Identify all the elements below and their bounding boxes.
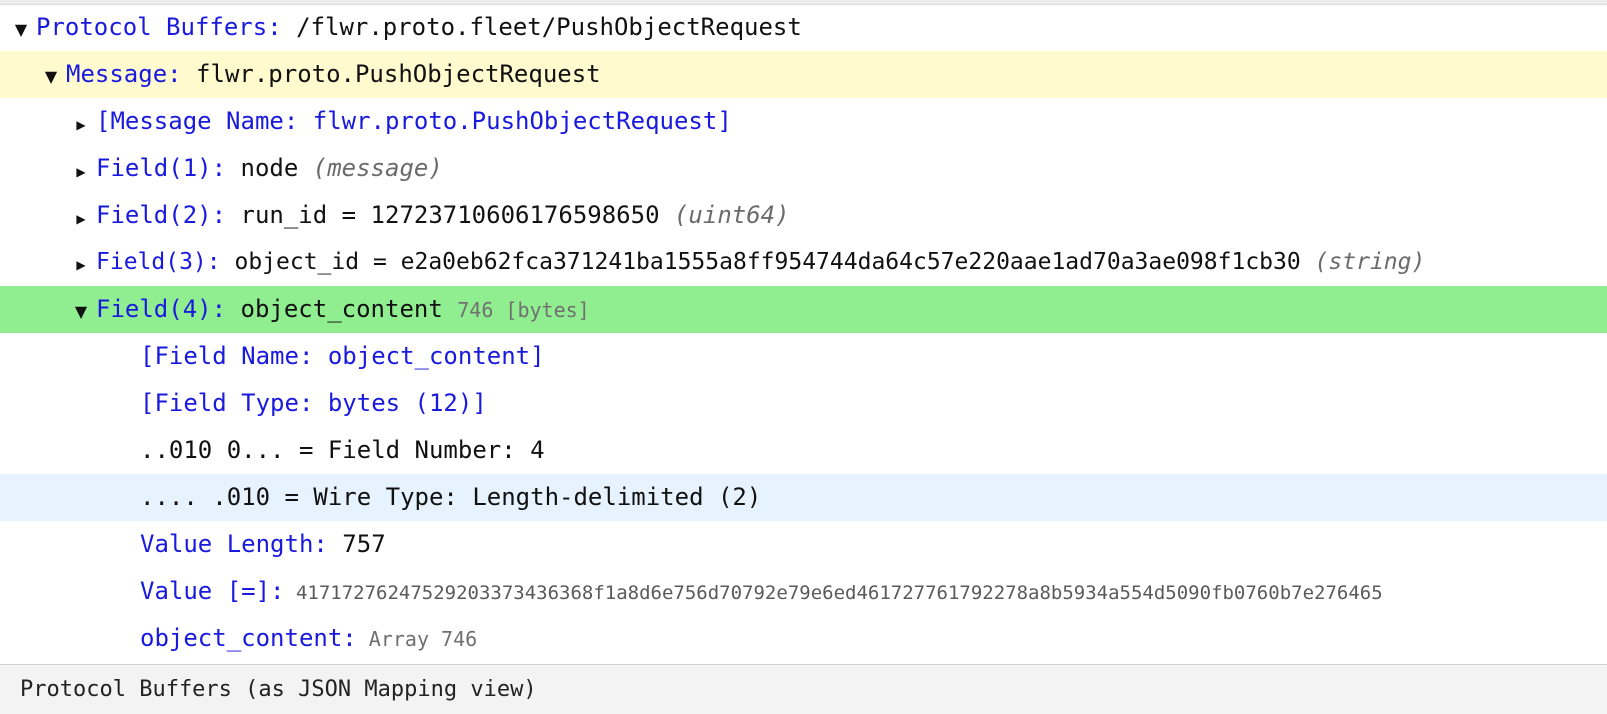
expanded-triangle-icon[interactable]: ▼ bbox=[36, 53, 66, 98]
field-type-text: [Field Type: bytes (12)] bbox=[140, 389, 487, 417]
status-bar: Protocol Buffers (as JSON Mapping view) bbox=[0, 664, 1607, 714]
wire-type-text: .... .010 = Wire Type: Length-delimited … bbox=[140, 483, 762, 511]
value-hex: 4171727624752920337343636​8f1a8d6e756d70… bbox=[284, 582, 1383, 604]
object-content-key: object_content: bbox=[140, 624, 357, 652]
tree-row-value[interactable]: Value [=]: 4171727624752920337343636​8f1… bbox=[0, 568, 1607, 615]
root-key: Protocol Buffers: bbox=[36, 13, 282, 41]
message-name-text: [Message Name: flwr.proto.PushObjectRequ… bbox=[96, 107, 732, 135]
field-1-key: Field(1): bbox=[96, 154, 227, 182]
value-length-key: Value Length: bbox=[140, 530, 328, 558]
field-1-type: (message) bbox=[312, 154, 443, 182]
status-bar-text: Protocol Buffers (as JSON Mapping view) bbox=[20, 677, 537, 702]
value-key: Value [=]: bbox=[140, 577, 285, 605]
packet-details-pane: ▼ Protocol Buffers: /flwr.proto.fleet/Pus… bbox=[0, 0, 1607, 714]
tree-row-field-3[interactable]: ▶ Field(3): object_id = e2a0eb62fca371241… bbox=[0, 239, 1607, 286]
field-2-value: run_id = 12723710606176598650 bbox=[226, 201, 674, 229]
field-4-value: object_content bbox=[226, 295, 458, 323]
field-3-type: (string) bbox=[1314, 249, 1426, 275]
field-1-value: node bbox=[226, 154, 313, 182]
tree-row-value-length[interactable]: Value Length: 757 bbox=[0, 521, 1607, 568]
field-4-key: Field(4): bbox=[96, 295, 227, 323]
field-2-key: Field(2): bbox=[96, 201, 227, 229]
collapsed-triangle-icon[interactable]: ▶ bbox=[66, 196, 96, 239]
tree-row-field-number[interactable]: ..010 0... = Field Number: 4 bbox=[0, 427, 1607, 474]
tree-row-message[interactable]: ▼ Message: flwr.proto.PushObjectRequest bbox=[0, 51, 1607, 98]
field-4-size: 746 [bytes] bbox=[457, 298, 590, 322]
tree-row-object-content[interactable]: object_content: Array 746 bbox=[0, 615, 1607, 662]
field-number-text: ..010 0... = Field Number: 4 bbox=[140, 436, 545, 464]
field-3-value: object_id = e2a0eb62fca371241ba1555a8ff9… bbox=[220, 249, 1315, 275]
value-length-value: 757 bbox=[327, 530, 386, 558]
message-value: flwr.proto.PushObjectRequest bbox=[181, 60, 601, 88]
message-key: Message: bbox=[66, 60, 182, 88]
field-2-type: (uint64) bbox=[673, 201, 790, 229]
collapsed-triangle-icon[interactable]: ▶ bbox=[66, 242, 96, 286]
field-name-text: [Field Name: object_content] bbox=[140, 342, 545, 370]
tree-row-field-name[interactable]: [Field Name: object_content] bbox=[0, 333, 1607, 380]
tree-row-field-1[interactable]: ▶ Field(1): node (message) bbox=[0, 145, 1607, 192]
object-content-value: Array 746 bbox=[356, 627, 478, 651]
tree-row-wire-type[interactable]: .... .010 = Wire Type: Length-delimited … bbox=[0, 474, 1607, 521]
root-value: /flwr.proto.fleet/PushObjectRequest bbox=[281, 13, 802, 41]
collapsed-triangle-icon[interactable]: ▶ bbox=[66, 102, 96, 145]
tree-row-field-2[interactable]: ▶ Field(2): run_id = 12723710606176598650… bbox=[0, 192, 1607, 239]
tree-row-field-type[interactable]: [Field Type: bytes (12)] bbox=[0, 380, 1607, 427]
expanded-triangle-icon[interactable]: ▼ bbox=[6, 6, 36, 51]
tree-row-message-name[interactable]: ▶ [Message Name: flwr.proto.PushObjectReq… bbox=[0, 98, 1607, 145]
protocol-tree: ▼ Protocol Buffers: /flwr.proto.fleet/Pus… bbox=[0, 4, 1607, 662]
tree-row-field-4[interactable]: ▼ Field(4): object_content 746 [bytes] bbox=[0, 286, 1607, 333]
collapsed-triangle-icon[interactable]: ▶ bbox=[66, 149, 96, 192]
tree-row-protocol-buffers[interactable]: ▼ Protocol Buffers: /flwr.proto.fleet/Pus… bbox=[0, 4, 1607, 51]
field-3-key: Field(3): bbox=[96, 249, 221, 275]
expanded-triangle-icon[interactable]: ▼ bbox=[66, 288, 96, 333]
